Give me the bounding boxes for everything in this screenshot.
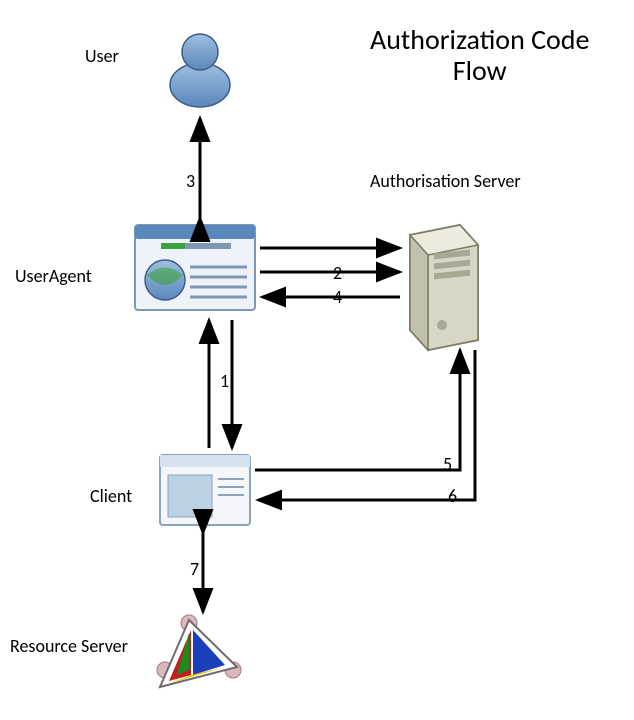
label-useragent: UserAgent: [15, 265, 92, 287]
edge-5: [255, 350, 460, 470]
step-3: 3: [186, 170, 195, 192]
client-icon: [160, 455, 250, 525]
diagram-title: Authorization Code Flow: [370, 25, 589, 87]
step-4: 4: [333, 286, 342, 308]
user-icon: [170, 34, 230, 107]
step-6: 6: [448, 485, 457, 507]
useragent-icon: [135, 225, 255, 310]
step-1: 1: [220, 370, 229, 392]
resourceserver-icon: [157, 615, 241, 687]
step-5: 5: [443, 453, 452, 475]
svg-overlay: [0, 0, 634, 720]
diagram-canvas: Authorization Code Flow User UserAgent A…: [0, 0, 634, 720]
authserver-icon: [410, 225, 478, 350]
edge-6: [258, 350, 475, 500]
label-client: Client: [90, 485, 132, 507]
label-user: User: [85, 45, 119, 67]
step-7: 7: [190, 558, 199, 580]
step-2: 2: [333, 262, 342, 284]
label-authserver: Authorisation Server: [370, 170, 521, 192]
label-resourceserver: Resource Server: [10, 635, 128, 657]
